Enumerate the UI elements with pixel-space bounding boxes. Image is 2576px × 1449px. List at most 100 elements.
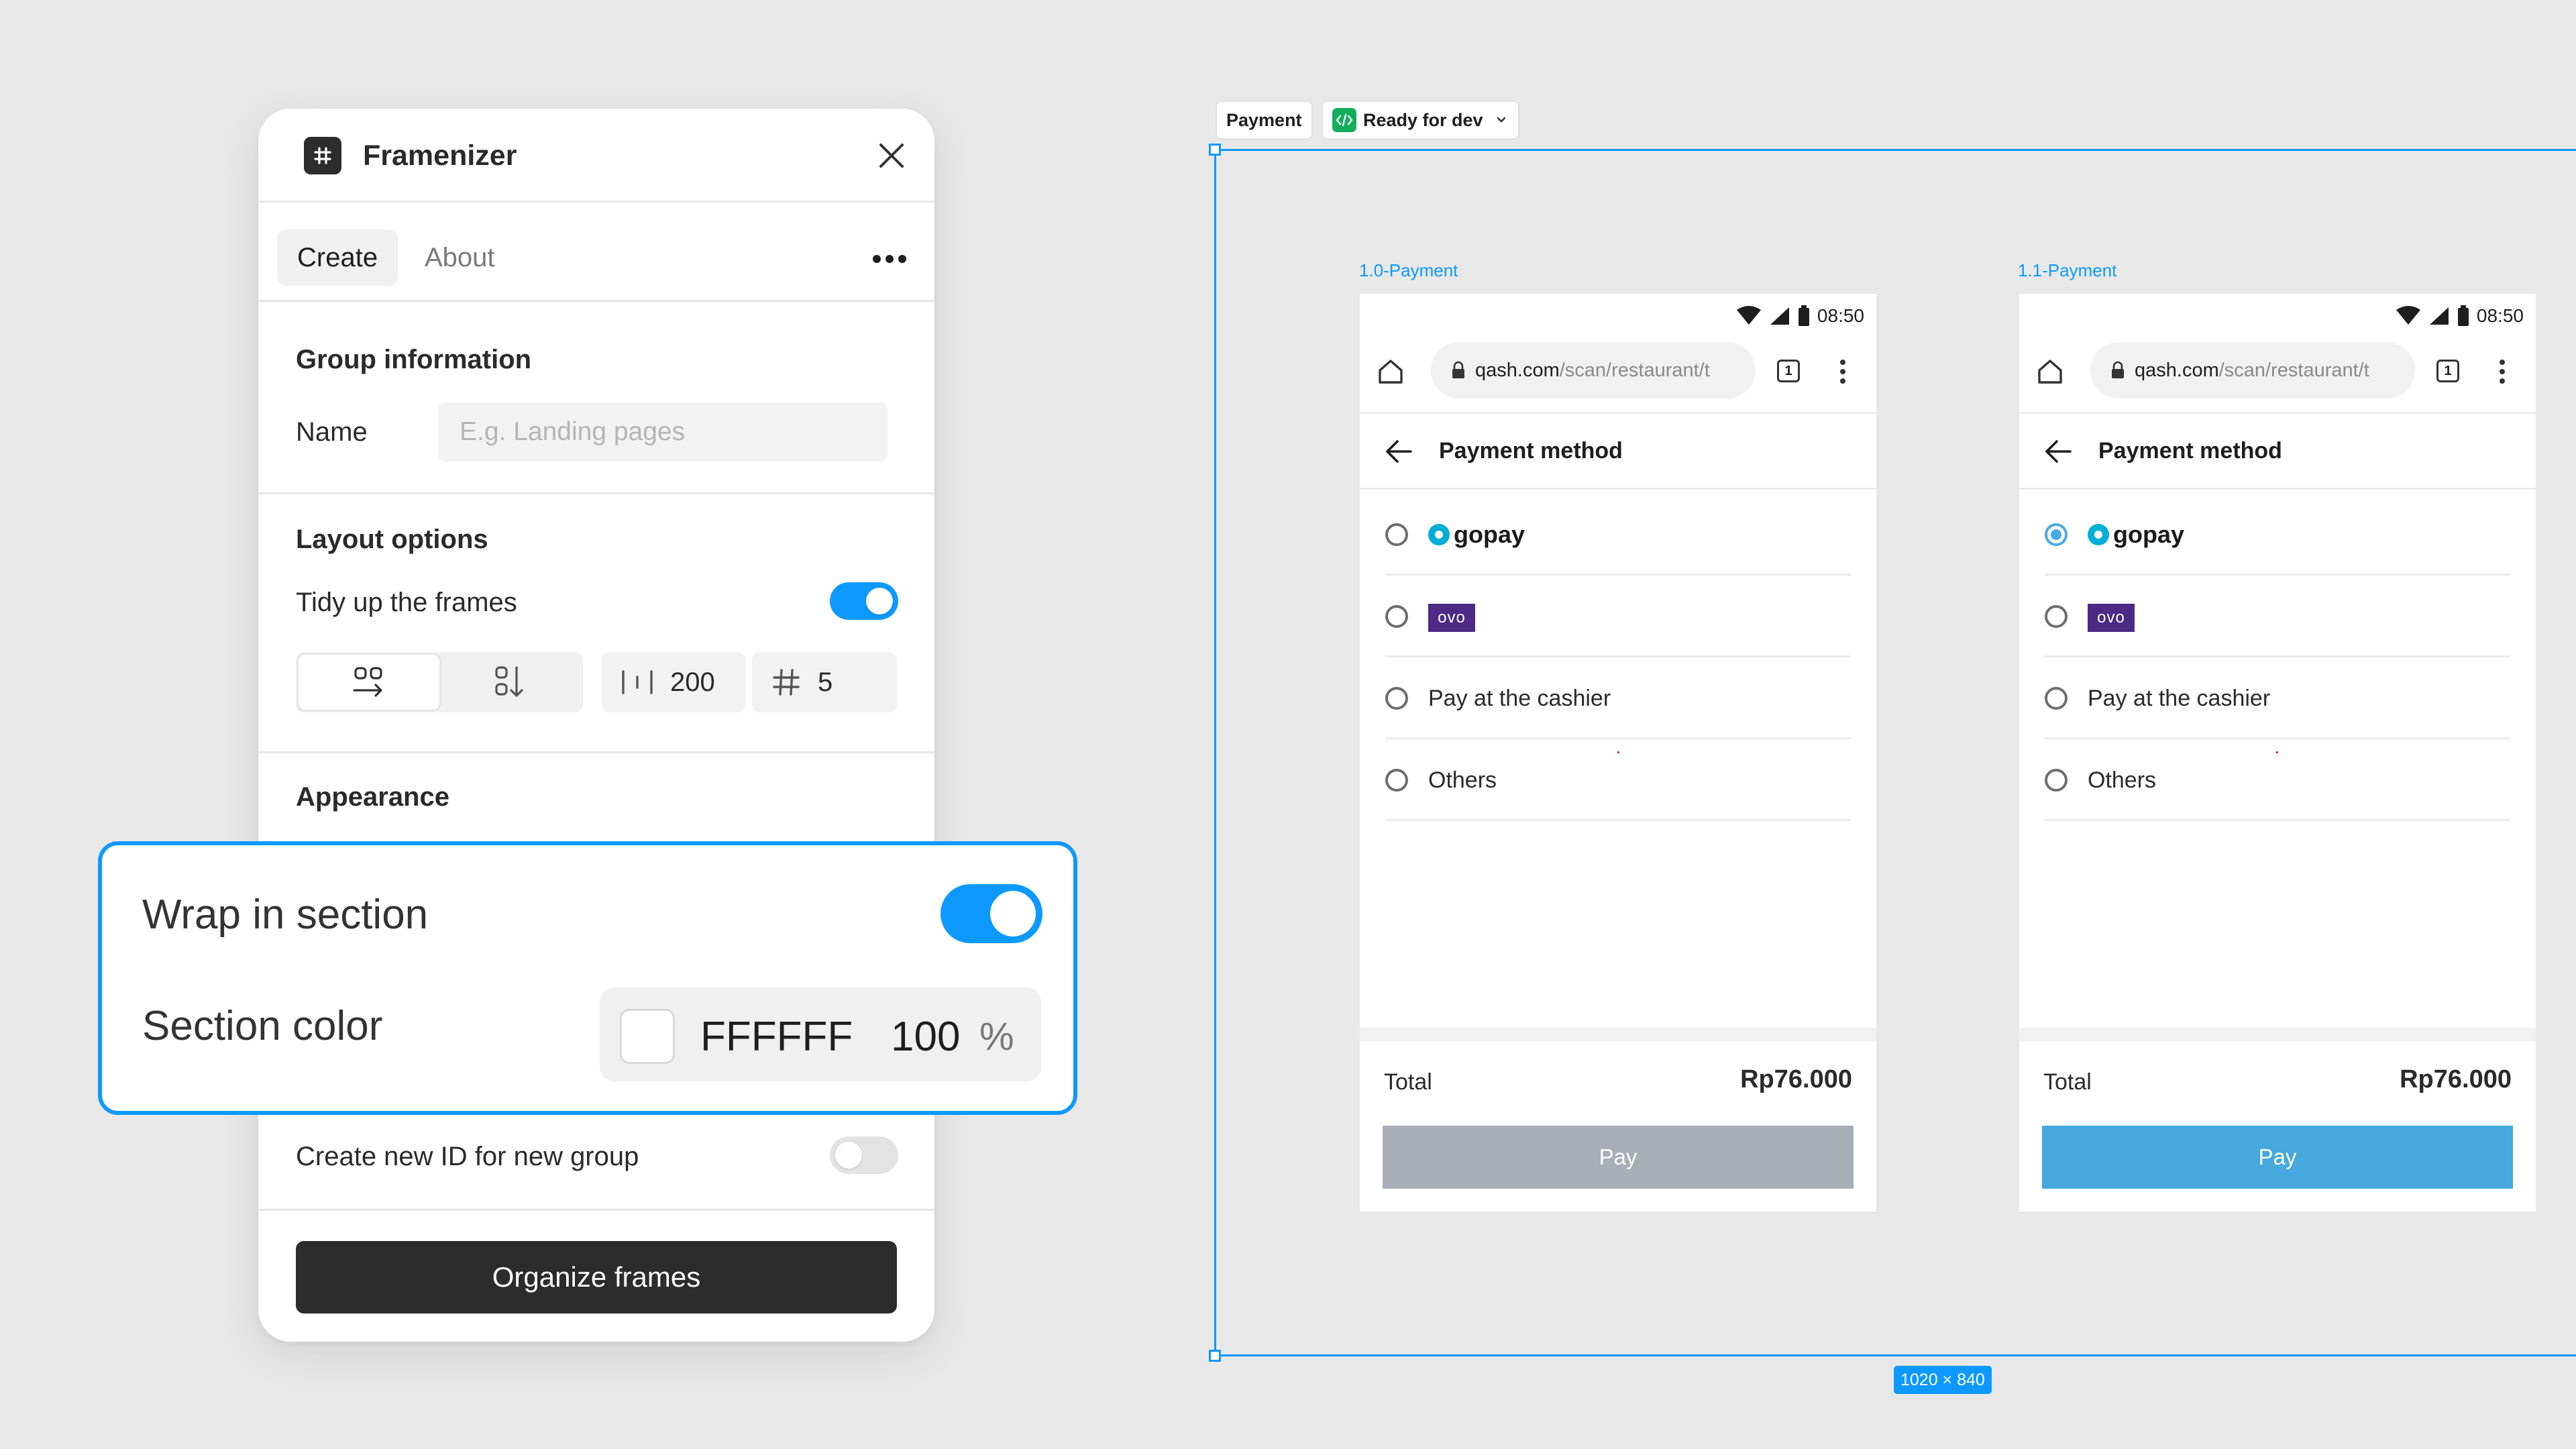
- tab-count-icon[interactable]: 1: [2436, 360, 2459, 382]
- clock: 08:50: [2476, 305, 2524, 326]
- wrap-in-section-toggle[interactable]: [941, 884, 1042, 943]
- lock-icon: [2112, 361, 2124, 378]
- pay-button[interactable]: Pay: [2042, 1126, 2513, 1189]
- organize-frames-button[interactable]: Organize frames: [296, 1241, 897, 1313]
- dev-status-chip[interactable]: Ready for dev: [1322, 101, 1519, 140]
- gopay-logo: gopay: [1428, 521, 1525, 549]
- radio-button[interactable]: [1385, 605, 1408, 628]
- payment-option-others[interactable]: Others: [1385, 739, 1851, 821]
- radio-button[interactable]: [1385, 523, 1408, 546]
- payment-option-gopay[interactable]: gopay: [1385, 494, 1851, 576]
- dimensions-badge: 1020 × 840: [1894, 1366, 1992, 1394]
- gopay-text: gopay: [2113, 521, 2185, 548]
- lock-icon: [1452, 361, 1464, 378]
- url-bar[interactable]: qash.com/scan/restaurant/t: [2090, 342, 2415, 398]
- tidy-toggle[interactable]: [830, 582, 898, 620]
- wifi-icon: [1736, 306, 1761, 325]
- section-name: Payment: [1226, 109, 1302, 130]
- opacity-unit: %: [979, 1015, 1014, 1059]
- close-icon[interactable]: [871, 136, 912, 176]
- radio-button[interactable]: [1385, 769, 1408, 792]
- new-id-label: Create new ID for new group: [296, 1142, 639, 1171]
- new-id-toggle[interactable]: [830, 1136, 898, 1174]
- total-value: Rp76.000: [2400, 1065, 2512, 1093]
- payment-option-cashier[interactable]: Pay at the cashier: [1385, 657, 1851, 739]
- plugin-header: Framenizer: [258, 109, 934, 203]
- ovo-logo: ovo: [1428, 604, 1475, 632]
- gopay-text: gopay: [1454, 521, 1525, 548]
- divider: [258, 751, 934, 753]
- tidy-label: Tidy up the frames: [296, 588, 517, 617]
- payment-option-ovo[interactable]: ovo: [2045, 576, 2510, 657]
- arrange-vertical-icon: [495, 666, 523, 697]
- divider: [258, 1209, 934, 1211]
- spacing-field[interactable]: 200: [602, 652, 745, 712]
- back-arrow-icon[interactable]: [2043, 438, 2073, 465]
- payment-option-gopay[interactable]: gopay: [2045, 494, 2510, 576]
- page-title: Payment method: [1439, 438, 1623, 464]
- radio-button[interactable]: [1385, 687, 1408, 710]
- resize-handle-top-left[interactable]: [1209, 144, 1221, 156]
- opacity-value[interactable]: 100: [891, 1013, 960, 1061]
- tab-bar: Create About: [258, 203, 934, 302]
- url-path: /scan/restaurant/t: [1559, 359, 1710, 381]
- url-path: /scan/restaurant/t: [2218, 359, 2369, 381]
- url-domain: qash.com: [2135, 359, 2219, 381]
- arrange-vertical-option[interactable]: [439, 655, 580, 710]
- arrange-horizontal-option[interactable]: [299, 655, 439, 710]
- name-input[interactable]: [438, 402, 888, 462]
- total-value: Rp76.000: [1740, 1065, 1852, 1093]
- section-name-chip[interactable]: Payment: [1216, 101, 1313, 140]
- tab-create[interactable]: Create: [277, 229, 398, 286]
- phone-frame-payment-1-1[interactable]: 08:50 qash.com/scan/restaurant/t 1 Payme…: [2019, 294, 2536, 1212]
- radio-button[interactable]: [2045, 687, 2068, 710]
- signal-icon: [1770, 307, 1789, 325]
- url-bar[interactable]: qash.com/scan/restaurant/t: [1431, 342, 1756, 398]
- spacing-icon: [622, 670, 653, 694]
- color-swatch[interactable]: [620, 1009, 675, 1064]
- payment-option-ovo[interactable]: ovo: [1385, 576, 1851, 657]
- total-label: Total: [1384, 1069, 1432, 1095]
- gopay-logo: gopay: [2088, 521, 2184, 549]
- chevron-down-icon: [1497, 117, 1505, 123]
- option-label: Pay at the cashier: [2088, 686, 2271, 711]
- gopay-icon: [2088, 524, 2109, 545]
- radio-button[interactable]: [2045, 769, 2068, 792]
- kebab-menu-icon[interactable]: [1839, 357, 1847, 386]
- radio-button[interactable]: [2045, 605, 2068, 628]
- arrangement-segmented-control: [296, 652, 583, 712]
- code-icon: [1332, 108, 1356, 132]
- page-header: Payment method: [2019, 412, 2536, 490]
- columns-field[interactable]: 5: [752, 652, 897, 712]
- wrap-in-section-callout: Wrap in section Section color FFFFFF 100…: [98, 841, 1077, 1115]
- battery-icon: [1798, 305, 1809, 326]
- back-arrow-icon[interactable]: [1384, 438, 1413, 465]
- ovo-logo: ovo: [2088, 604, 2135, 632]
- page-title: Payment method: [2098, 438, 2282, 464]
- appearance-title: Appearance: [296, 782, 449, 812]
- separator: [2019, 1028, 2536, 1041]
- tab-about[interactable]: About: [405, 229, 515, 286]
- browser-bar: qash.com/scan/restaurant/t 1: [2019, 334, 2536, 408]
- signal-icon: [2429, 307, 2449, 325]
- phone-frame-payment-1-0[interactable]: 08:50 qash.com/scan/restaurant/t 1 Payme…: [1360, 294, 1876, 1212]
- payment-option-cashier[interactable]: Pay at the cashier: [2045, 657, 2510, 739]
- payment-option-others[interactable]: Others: [2045, 739, 2510, 821]
- radio-button-selected[interactable]: [2045, 523, 2068, 546]
- total-label: Total: [2043, 1069, 2092, 1095]
- plugin-title: Framenizer: [363, 140, 517, 172]
- more-options-icon[interactable]: [866, 247, 913, 271]
- separator: [1360, 1028, 1876, 1041]
- resize-handle-bottom-left[interactable]: [1209, 1350, 1221, 1362]
- section-color-field[interactable]: FFFFFF 100 %: [600, 987, 1041, 1081]
- frame-label[interactable]: 1.0-Payment: [1359, 260, 1458, 281]
- clock: 08:50: [1817, 305, 1864, 326]
- pay-button-disabled[interactable]: Pay: [1383, 1126, 1854, 1189]
- frame-label[interactable]: 1.1-Payment: [2018, 260, 2116, 281]
- home-icon[interactable]: [1376, 357, 1405, 386]
- dev-status-label: Ready for dev: [1363, 109, 1483, 130]
- home-icon[interactable]: [2035, 357, 2065, 386]
- color-hex-value[interactable]: FFFFFF: [700, 1013, 853, 1061]
- tab-count-icon[interactable]: 1: [1777, 360, 1800, 382]
- kebab-menu-icon[interactable]: [2498, 357, 2506, 386]
